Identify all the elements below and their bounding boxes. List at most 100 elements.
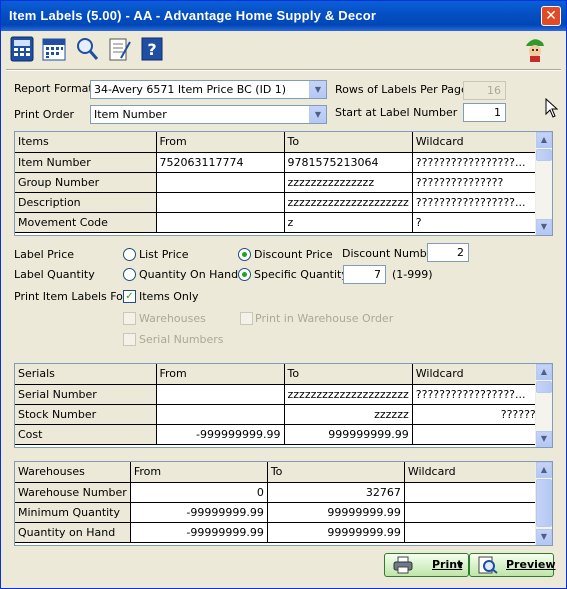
- to-cell[interactable]: 32767: [267, 482, 405, 503]
- table-row[interactable]: Stock Number zzzzzz ??????: [15, 404, 540, 425]
- table-row[interactable]: Item Number 752063117774 9781575213064 ?…: [15, 152, 540, 173]
- chevron-down-icon[interactable]: ▼: [309, 106, 326, 123]
- discount-number-field[interactable]: 2: [427, 243, 469, 262]
- from-cell[interactable]: -99999999.99: [130, 502, 268, 523]
- help-icon[interactable]: ?: [138, 35, 166, 63]
- table-row[interactable]: Cost -999999999.99 999999999.99: [15, 424, 540, 445]
- notepad-icon[interactable]: [105, 35, 133, 63]
- column-header: Wildcard: [412, 364, 540, 385]
- serials-scrollbar[interactable]: ▲ ▼: [535, 364, 552, 447]
- to-cell[interactable]: 9781575213064: [284, 152, 413, 173]
- wildcard-cell[interactable]: [404, 502, 543, 523]
- warehouses-scrollbar[interactable]: ▲ ▼: [535, 462, 552, 545]
- window-title: Item Labels (5.00) - AA - Advantage Home…: [9, 8, 377, 23]
- scroll-down-icon[interactable]: ▼: [536, 219, 552, 235]
- wildcard-cell[interactable]: ??????: [412, 404, 540, 425]
- print-for-label: Print Item Labels For: [14, 290, 128, 303]
- from-cell[interactable]: -999999999.99: [156, 424, 285, 445]
- from-cell[interactable]: -99999999.99: [130, 522, 268, 543]
- table-row[interactable]: Movement Code z ?: [15, 212, 540, 233]
- wildcard-cell[interactable]: ???????????????: [412, 172, 540, 193]
- print-button[interactable]: Print ▼: [384, 553, 469, 577]
- scroll-thumb[interactable]: [536, 381, 552, 393]
- to-cell[interactable]: 999999999.99: [284, 424, 413, 445]
- column-header: From: [156, 132, 285, 153]
- to-cell[interactable]: zzzzzzzzzzzzzzz: [284, 172, 413, 193]
- preview-button[interactable]: Preview: [469, 553, 556, 577]
- to-cell[interactable]: 99999999.99: [267, 522, 405, 543]
- scroll-up-icon[interactable]: ▲: [536, 364, 552, 380]
- to-cell[interactable]: 99999999.99: [267, 502, 405, 523]
- row-header: Cost: [15, 424, 157, 445]
- table-row[interactable]: Quantity on Hand -99999999.99 99999999.9…: [15, 522, 543, 543]
- chevron-down-icon[interactable]: ▼: [309, 81, 326, 98]
- column-header: From: [130, 462, 268, 483]
- scroll-thumb[interactable]: [536, 479, 552, 527]
- wildcard-cell[interactable]: [404, 522, 543, 543]
- from-cell[interactable]: [156, 192, 285, 213]
- scroll-down-icon[interactable]: ▼: [536, 529, 552, 545]
- to-cell[interactable]: zzzzzzzzzzzzzzzzzzzzz: [284, 192, 413, 213]
- to-cell[interactable]: z: [284, 212, 413, 233]
- report-format-label: Report Format: [14, 82, 93, 95]
- title-bar[interactable]: Item Labels (5.00) - AA - Advantage Home…: [1, 1, 566, 31]
- calculator-icon[interactable]: [8, 35, 36, 63]
- from-cell[interactable]: [156, 404, 285, 425]
- column-header: To: [284, 364, 413, 385]
- to-cell[interactable]: zzzzzz: [284, 404, 413, 425]
- quantity-on-hand-label[interactable]: Quantity On Hand: [139, 268, 238, 281]
- specific-quantity-radio[interactable]: [238, 268, 251, 281]
- toolbar: ?: [1, 31, 566, 67]
- caret-down-icon[interactable]: ▼: [457, 561, 463, 570]
- from-cell[interactable]: [156, 172, 285, 193]
- wildcard-cell[interactable]: [404, 482, 543, 503]
- wildcard-cell[interactable]: [412, 424, 540, 445]
- row-header: Serial Number: [15, 384, 157, 405]
- start-label-field[interactable]: 1: [463, 103, 506, 122]
- row-header: Description: [15, 192, 157, 213]
- specific-quantity-label[interactable]: Specific Quantity: [254, 268, 348, 281]
- scroll-up-icon[interactable]: ▲: [536, 462, 552, 478]
- to-cell[interactable]: zzzzzzzzzzzzzzzzzzzzz: [284, 384, 413, 405]
- items-grid-header: Items From To Wildcard: [15, 132, 540, 153]
- close-button[interactable]: ✕: [541, 6, 561, 26]
- table-row[interactable]: Warehouse Number 0 32767: [15, 482, 543, 503]
- warehouses-grid-header: Warehouses From To Wildcard: [15, 462, 543, 483]
- from-cell[interactable]: [156, 212, 285, 233]
- print-order-value: Item Number: [94, 108, 167, 121]
- wildcard-cell[interactable]: ?????????????????...: [412, 384, 540, 405]
- print-order-select[interactable]: Item Number ▼: [90, 105, 327, 124]
- wildcard-cell[interactable]: ?????????????????...: [412, 152, 540, 173]
- list-price-label[interactable]: List Price: [139, 248, 189, 261]
- rows-per-page-label: Rows of Labels Per Page: [335, 83, 468, 96]
- report-format-select[interactable]: 34-Avery 6571 Item Price BC (ID 1) ▼: [90, 80, 327, 99]
- items-only-label[interactable]: Items Only: [139, 290, 198, 303]
- magnifier-icon[interactable]: [73, 35, 101, 63]
- scroll-up-icon[interactable]: ▲: [536, 132, 552, 148]
- list-price-radio[interactable]: [123, 248, 136, 261]
- from-cell[interactable]: 0: [130, 482, 268, 503]
- wildcard-cell[interactable]: ?????????????????...: [412, 192, 540, 213]
- row-header: Quantity on Hand: [15, 522, 131, 543]
- mascot-icon: [521, 35, 549, 63]
- column-header: Items: [15, 132, 157, 153]
- discount-price-radio[interactable]: [238, 248, 251, 261]
- items-scrollbar[interactable]: ▲ ▼: [535, 132, 552, 235]
- from-cell[interactable]: 752063117774: [156, 152, 285, 173]
- quantity-on-hand-radio[interactable]: [123, 268, 136, 281]
- discount-price-label[interactable]: Discount Price: [254, 248, 333, 261]
- from-cell[interactable]: [156, 384, 285, 405]
- wildcard-cell[interactable]: ?: [412, 212, 540, 233]
- calendar-icon[interactable]: [40, 35, 68, 63]
- table-row[interactable]: Group Number zzzzzzzzzzzzzzz ???????????…: [15, 172, 540, 193]
- scroll-thumb[interactable]: [536, 149, 552, 161]
- items-only-checkbox[interactable]: ✓: [123, 290, 136, 303]
- warehouses-checkbox: [123, 312, 136, 325]
- table-row[interactable]: Minimum Quantity -99999999.99 99999999.9…: [15, 502, 543, 523]
- table-row[interactable]: Description zzzzzzzzzzzzzzzzzzzzz ??????…: [15, 192, 540, 213]
- column-header: Serials: [15, 364, 157, 385]
- table-row[interactable]: Serial Number zzzzzzzzzzzzzzzzzzzzz ????…: [15, 384, 540, 405]
- specific-quantity-field[interactable]: 7: [343, 265, 386, 284]
- scroll-down-icon[interactable]: ▼: [536, 431, 552, 447]
- row-header: Minimum Quantity: [15, 502, 131, 523]
